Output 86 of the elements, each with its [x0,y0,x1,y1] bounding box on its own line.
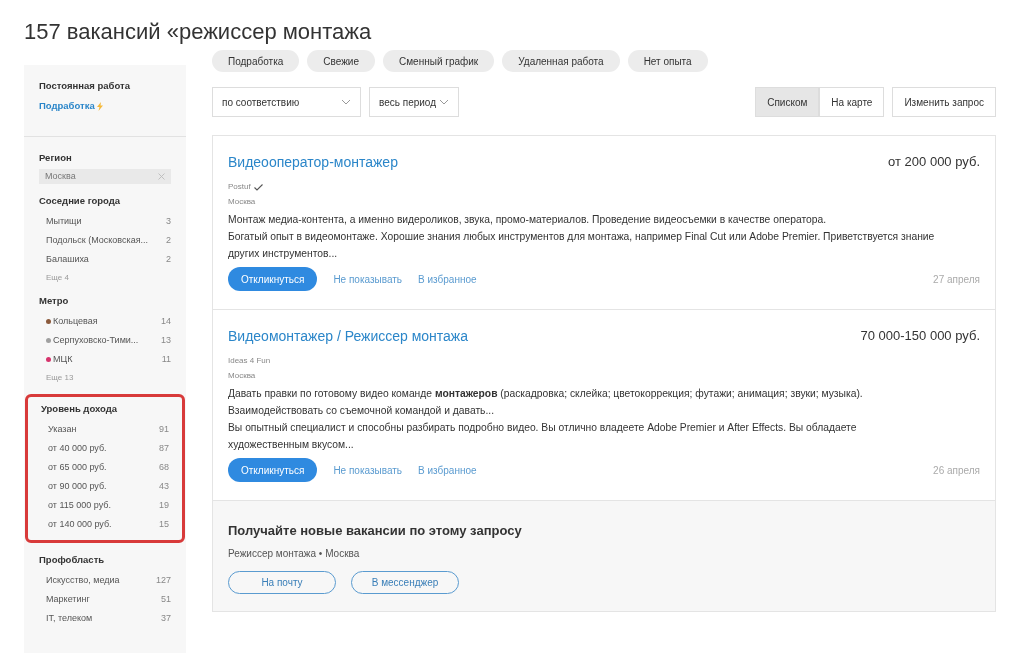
item-count: 68 [159,461,169,475]
filter-label: МЦК [53,353,73,366]
item-count: 11 [161,353,171,366]
item-count: 43 [159,480,169,494]
filter-label: Маркетинг [46,592,90,606]
filter-item[interactable]: Указан 91 [41,420,169,440]
page-title: 157 вакансий «режиссер монтажа [24,18,373,46]
filter-item[interactable]: от 40 000 руб. 87 [41,439,169,459]
filter-item[interactable]: МЦК 11 [39,350,171,370]
subscribe-title: Получайте новые вакансии по этому запросу [228,522,523,540]
filter-label: Балашиха [46,252,89,266]
description-text: Богатый опыт в видеомонтаже. Хорошие знания любых инструментов для монтажа, например Final Cut или Adobe Premier. Приветствуется знание других инструментов... [228,230,936,261]
filter-item[interactable]: от 65 000 руб. 68 [41,458,169,478]
description-text: Давать правки по готовому видео команде монтажеров (раскадровка; склейка; цветокоррекция; футажи; анимация; звуки; музыка). Взаимодействовать со съемочной командой и давать... [228,387,864,418]
filter-chip[interactable]: Нет опыта [627,50,708,72]
chevron-down-icon [439,99,449,105]
filter-label: IT, телеком [46,611,93,625]
company-name: Postuf [228,181,251,193]
filter-item[interactable]: Кольцевая 14 [39,312,171,332]
description-text: Вы опытный специалист и способны разбирать подробно видео. Вы отлично владеете Adobe Premier и After Effects. Вы обладаете художественным вкусом... [228,421,858,452]
filter-label: Подольск (Московская... [46,233,149,247]
vacancy-title-link[interactable]: Видеомонтажер / Режиссер монтажа [228,326,469,347]
section-title: Уровень дохода [41,402,118,417]
change-query-button[interactable]: Изменить запрос [892,87,996,117]
filter-label: от 140 000 руб. [48,518,112,532]
item-count: 14 [161,315,171,328]
section-title: Профобласть [39,552,106,567]
filter-chip[interactable]: Подработка [212,50,300,72]
item-count: 87 [159,442,169,456]
item-count: 19 [159,499,169,513]
item-count: 2 [166,233,171,247]
subscribe-subtitle: Режиссер монтажа • Москва [228,546,361,561]
vacancy-title-link[interactable]: Видеооператор-монтажер [228,152,398,173]
filter-label: от 115 000 руб. [48,499,111,513]
filter-chip[interactable]: Сменный график [383,50,495,72]
filter-label: от 40 000 руб. [48,442,107,456]
item-count: 37 [161,611,171,625]
filter-link[interactable]: Подработка [39,99,103,114]
filter-item[interactable]: Серпуховско-Тими... 13 [39,331,171,351]
region-chip[interactable]: Москва [39,168,171,184]
filter-chip[interactable]: Удаленная работа [502,50,620,72]
item-count: 51 [161,592,171,606]
section-title: Регион [39,150,73,165]
filter-item[interactable]: Маркетинг 51 [39,589,171,609]
date-text: 26 апреля [933,463,980,478]
filter-item[interactable]: от 90 000 руб. 43 [41,477,169,497]
filter-item[interactable]: от 140 000 руб. 15 [41,515,169,535]
dropdown[interactable]: весь период [369,87,459,117]
filter-label: Серпуховско-Тими... [53,334,139,347]
filter-label: Указан [48,423,77,437]
city-text: Москва [228,370,257,382]
filter-label: Мытищи [46,214,82,228]
lightning-icon [96,101,103,111]
salary-text: от 200 000 руб. [888,153,980,171]
item-count: 3 [166,214,171,228]
respond-button[interactable]: Откликнуться [228,458,318,482]
view-tab[interactable]: Списком [755,87,820,117]
filter-item[interactable]: от 115 000 руб. 19 [41,496,169,516]
filter-item[interactable]: Подольск (Московская... 2 [39,231,171,250]
dropdown[interactable]: по соответствию [212,87,361,117]
item-count: 2 [166,252,171,266]
filter-item[interactable]: Искусство, медиа 127 [39,570,171,590]
view-tab[interactable]: На карте [819,87,885,117]
salary-text: 70 000-150 000 руб. [860,327,980,345]
item-count: 15 [159,518,169,532]
company-name: Ideas 4 Fun [228,355,271,367]
description-text: Монтаж медиа-контента, а именно видероликов, звука, промо-материалов. Проведение видеосъемки в качестве оператора. [228,213,828,227]
filter-label: Кольцевая [53,315,98,328]
item-count: 127 [155,573,171,587]
date-text: 27 апреля [933,272,980,287]
section-title: Метро [39,294,70,308]
city-text: Москва [228,196,257,208]
filter-label: от 65 000 руб. [48,461,107,475]
filter-label: от 90 000 руб. [48,480,107,494]
item-count: 91 [159,423,169,437]
filter-item[interactable]: Балашиха 2 [39,250,171,269]
filter-item[interactable]: IT, телеком 37 [39,608,171,628]
section-title: Соседние города [39,193,122,208]
close-icon[interactable] [158,172,165,180]
filter-option[interactable]: Постоянная работа [39,79,171,94]
filter-label: Искусство, медиа [46,573,120,587]
item-count: 13 [161,334,171,347]
respond-button[interactable]: Откликнуться [228,267,318,291]
chevron-down-icon [341,99,351,105]
filter-item[interactable]: Мытищи 3 [39,212,171,231]
filter-chip[interactable]: Свежие [307,50,375,72]
